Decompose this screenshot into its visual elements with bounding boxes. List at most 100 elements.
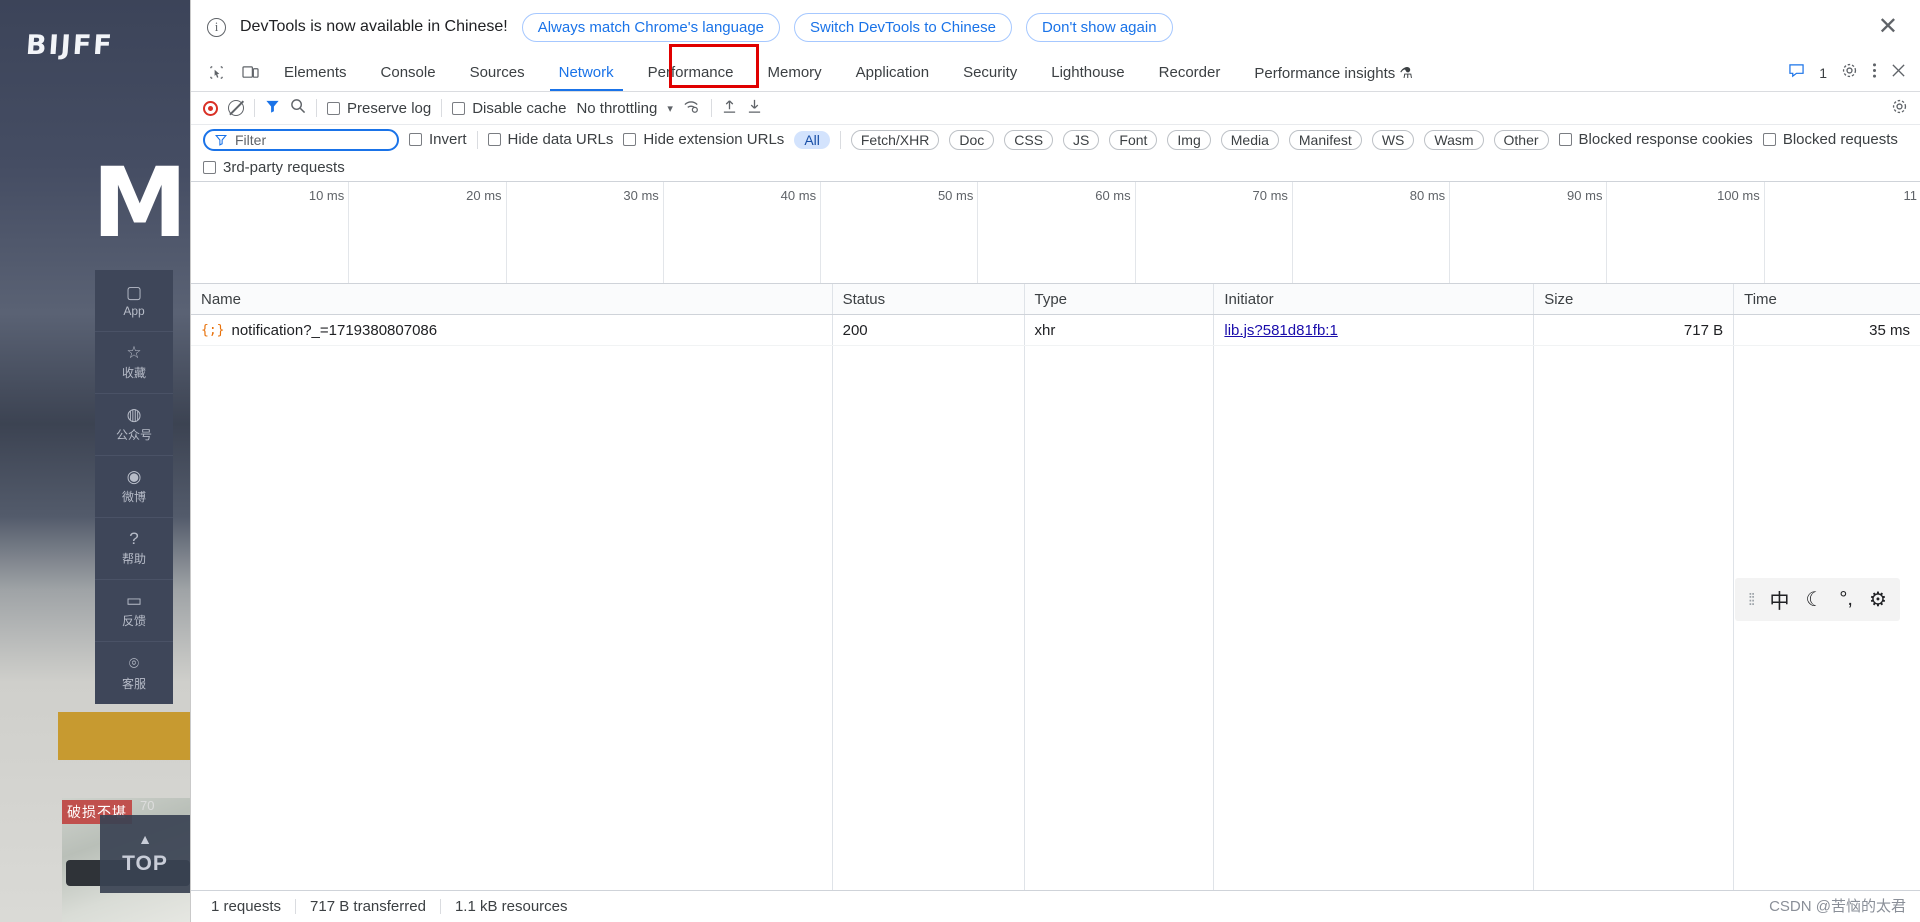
close-icon[interactable] — [1891, 63, 1906, 83]
close-icon[interactable]: ✕ — [1872, 15, 1904, 39]
sidebar-item-help[interactable]: ? 帮助 — [95, 518, 173, 580]
sidebar-item-wechat[interactable]: ◍ 公众号 — [95, 394, 173, 456]
clear-icon[interactable] — [228, 100, 244, 116]
drag-handle[interactable]: ⁞⁞ — [1748, 590, 1756, 610]
column-header-initiator[interactable]: Initiator — [1214, 284, 1535, 314]
column-header-type[interactable]: Type — [1025, 284, 1215, 314]
grid-col-status — [833, 346, 1025, 890]
filter-chip-all[interactable]: All — [794, 130, 830, 149]
record-stop-icon[interactable] — [203, 100, 218, 116]
tab-memory[interactable]: Memory — [751, 54, 839, 91]
initiator-link[interactable]: lib.js?581d81fb:1 — [1224, 322, 1337, 339]
checkbox-box — [1558, 133, 1572, 146]
tab-security[interactable]: Security — [946, 54, 1034, 91]
filter-chip-css[interactable]: CSS — [1004, 129, 1054, 150]
sidebar-item-label: 微博 — [121, 490, 146, 504]
language-toggle-icon[interactable]: 中 — [1769, 585, 1789, 614]
always-match-language-button[interactable]: Always match Chrome's language — [521, 12, 781, 42]
column-header-time[interactable]: Time — [1734, 284, 1920, 314]
timeline-tick-label: 30 ms — [623, 188, 659, 203]
timeline-gridline — [977, 182, 979, 283]
gear-icon[interactable] — [1841, 62, 1858, 84]
column-header-status[interactable]: Status — [833, 284, 1025, 314]
filter-chip-other[interactable]: Other — [1493, 129, 1549, 150]
resources-size: 1.1 kB resources — [454, 898, 568, 915]
cell-name[interactable]: {;} notification?_=1719380807086 — [191, 315, 833, 345]
device-toolbar-icon[interactable] — [233, 54, 267, 91]
filter-chip-media[interactable]: Media — [1220, 129, 1279, 150]
timeline-tick-label: 100 ms — [1717, 188, 1760, 203]
hide-data-urls-checkbox[interactable]: Hide data URLs — [487, 131, 613, 148]
table-row[interactable]: {;} notification?_=1719380807086 200 xhr… — [191, 315, 1920, 346]
checkbox-box — [623, 133, 637, 146]
filter-chip-doc[interactable]: Doc — [949, 129, 995, 150]
cursor-select-icon[interactable] — [199, 54, 233, 91]
filter-funnel-icon[interactable] — [265, 99, 280, 118]
filter-chip-fetch-xhr[interactable]: Fetch/XHR — [850, 129, 940, 150]
filter-chip-font[interactable]: Font — [1109, 129, 1158, 150]
ime-floating-widget[interactable]: ⁞⁞ 中 ☾ °, ⚙ — [1735, 578, 1900, 621]
sidebar-item-label: 帮助 — [121, 552, 146, 566]
sidebar-item-favorites[interactable]: ☆ 收藏 — [95, 332, 173, 394]
tab-recorder[interactable]: Recorder — [1142, 54, 1238, 91]
tab-console[interactable]: Console — [364, 54, 453, 91]
blocked-requests-checkbox[interactable]: Blocked requests — [1762, 131, 1898, 148]
network-status-bar: 1 requests 717 B transferred 1.1 kB reso… — [191, 890, 1920, 922]
filter-chip-ws[interactable]: WS — [1371, 129, 1415, 150]
third-party-requests-checkbox[interactable]: 3rd-party requests — [203, 159, 345, 176]
filter-chip-wasm[interactable]: Wasm — [1424, 129, 1484, 150]
tab-performance-insights[interactable]: Performance insights ⚗ — [1237, 54, 1430, 91]
cell-time: 35 ms — [1869, 321, 1910, 339]
timeline-tick-label: 80 ms — [1409, 188, 1446, 203]
blocked-response-cookies-label: Blocked response cookies — [1578, 131, 1753, 148]
filter-chip-img[interactable]: Img — [1167, 129, 1211, 150]
switch-to-chinese-button[interactable]: Switch DevTools to Chinese — [794, 12, 1012, 42]
cell-initiator[interactable]: lib.js?581d81fb:1 — [1214, 315, 1535, 345]
chevron-down-icon[interactable]: ▾ — [667, 102, 673, 115]
third-party-requests-label: 3rd-party requests — [223, 159, 345, 176]
preserve-log-label: Preserve log — [347, 99, 432, 117]
timeline-gridline — [1291, 182, 1293, 283]
column-header-name[interactable]: Name — [191, 284, 833, 314]
preserve-log-checkbox[interactable]: Preserve log — [327, 100, 431, 117]
import-har-icon[interactable] — [722, 98, 737, 118]
throttling-select[interactable]: No throttling — [576, 100, 657, 117]
sidebar-item-service[interactable]: ⌾ 客服 — [95, 642, 173, 704]
tab-performance[interactable]: Performance — [631, 54, 751, 91]
blocked-response-cookies-checkbox[interactable]: Blocked response cookies — [1558, 131, 1753, 148]
promo-bar — [58, 712, 190, 760]
sidebar-item-app[interactable]: ▢ App — [95, 270, 173, 332]
export-har-icon[interactable] — [747, 98, 762, 118]
hide-extension-urls-checkbox[interactable]: Hide extension URLs — [623, 131, 784, 148]
network-overview-timeline[interactable]: 10 ms 20 ms 30 ms 40 ms 50 ms 60 ms 70 ms 80 ms… — [191, 182, 1920, 284]
kebab-menu-icon[interactable] — [1872, 62, 1877, 84]
cell-type: xhr — [1025, 315, 1215, 345]
filter-input[interactable]: Filter — [203, 128, 399, 151]
column-header-size[interactable]: Size — [1534, 284, 1735, 314]
checkbox-box — [409, 133, 422, 146]
checkbox-box — [203, 161, 216, 174]
tab-lighthouse[interactable]: Lighthouse — [1034, 54, 1141, 91]
console-message-icon[interactable] — [1788, 63, 1805, 83]
dont-show-again-button[interactable]: Don't show again — [1025, 12, 1173, 42]
sidebar-item-feedback[interactable]: ▭ 反馈 — [95, 580, 173, 642]
filter-chip-manifest[interactable]: Manifest — [1288, 129, 1362, 150]
table-header-row: Name Status Type Initiator Size Time — [191, 284, 1920, 315]
tab-sources[interactable]: Sources — [453, 54, 542, 91]
timeline-gridline — [1449, 182, 1451, 283]
disable-cache-checkbox[interactable]: Disable cache — [452, 100, 566, 117]
tab-elements[interactable]: Elements — [267, 54, 364, 91]
tab-network[interactable]: Network — [542, 54, 631, 91]
sidebar-item-weibo[interactable]: ◉ 微博 — [95, 456, 173, 518]
search-icon[interactable] — [290, 98, 306, 118]
gear-icon[interactable]: ⚙ — [1869, 587, 1887, 612]
filter-chip-js[interactable]: JS — [1063, 129, 1100, 150]
moon-icon[interactable]: ☾ — [1805, 587, 1823, 612]
tab-application[interactable]: Application — [839, 54, 946, 91]
scroll-to-top-button[interactable]: ▲ TOP — [100, 815, 190, 893]
network-conditions-icon[interactable] — [683, 98, 701, 118]
punctuation-icon[interactable]: °, — [1839, 588, 1853, 611]
sidebar-item-label: 客服 — [121, 676, 146, 691]
network-settings-gear-icon[interactable] — [1891, 98, 1908, 119]
invert-checkbox[interactable]: Invert — [409, 131, 467, 148]
